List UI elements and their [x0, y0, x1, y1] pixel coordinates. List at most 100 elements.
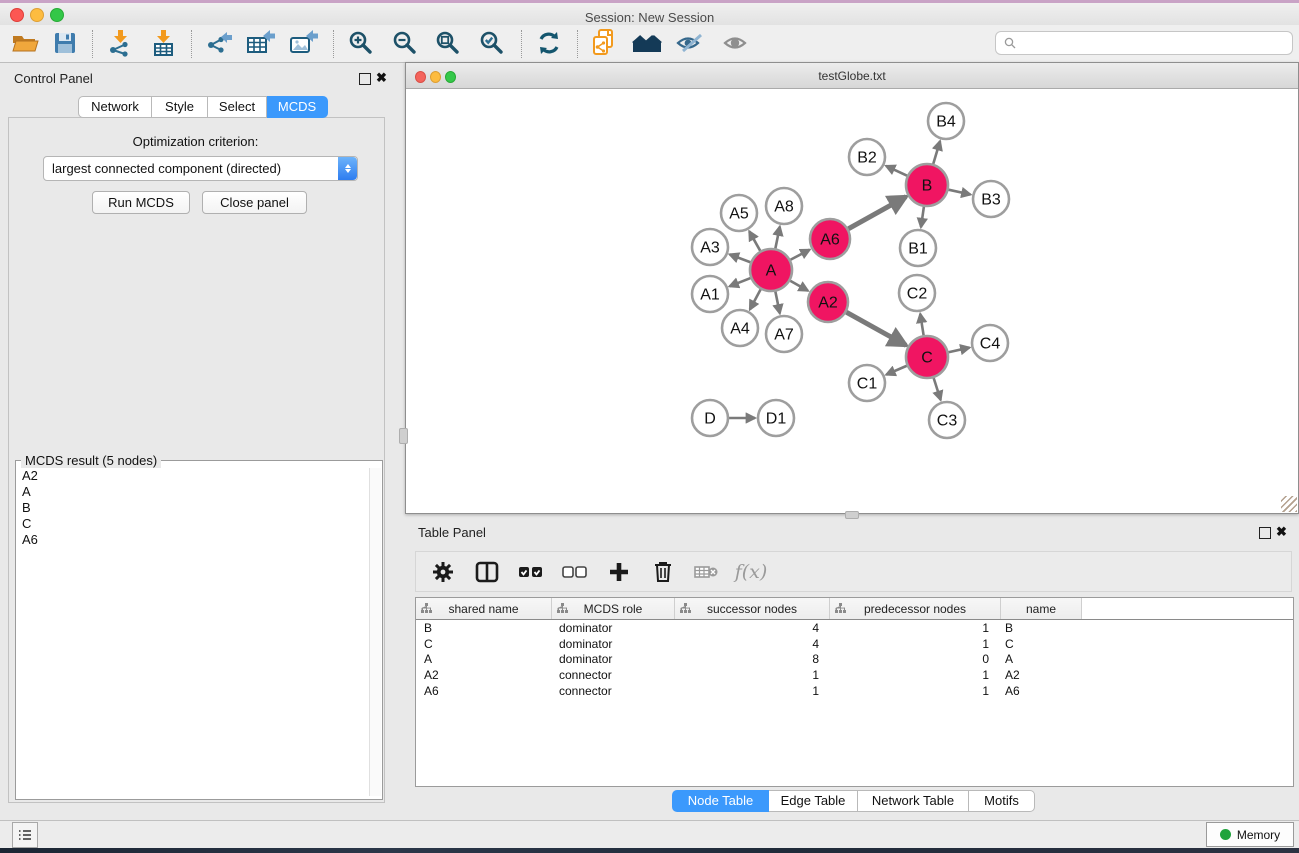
table-cell[interactable]: 1 — [827, 637, 997, 651]
close-panel-button[interactable]: Close panel — [202, 191, 307, 214]
table-row[interactable]: Bdominator41B — [416, 620, 1293, 636]
table-cell[interactable]: dominator — [551, 637, 673, 651]
result-item[interactable]: A — [16, 484, 368, 500]
table-cell[interactable]: A6 — [997, 684, 1077, 698]
table-cell[interactable]: 4 — [673, 637, 827, 651]
graph-edge-A-A7[interactable] — [775, 292, 779, 314]
tab-network[interactable]: Network — [78, 96, 152, 118]
tab-style[interactable]: Style — [152, 96, 208, 118]
table-cell[interactable]: 0 — [827, 652, 997, 666]
optimization-criterion-select[interactable]: largest connected component (directed) — [43, 156, 358, 181]
tab-network-table[interactable]: Network Table — [858, 790, 969, 812]
graph-edge-B-B1[interactable] — [921, 207, 924, 227]
result-item[interactable]: C — [16, 516, 368, 532]
table-cell[interactable]: dominator — [551, 652, 673, 666]
show-hide-details-icon[interactable] — [719, 28, 753, 58]
graph-edge-A-A4[interactable] — [750, 289, 761, 309]
tab-mcds[interactable]: MCDS — [267, 96, 328, 118]
task-history-button[interactable] — [12, 822, 38, 848]
show-columns-icon[interactable] — [472, 561, 502, 583]
network-hscroll-thumb[interactable] — [845, 511, 859, 519]
table-cell[interactable]: A2 — [997, 668, 1077, 682]
graph-edge-A-A8[interactable] — [775, 227, 779, 249]
graph-edge-A-A2[interactable] — [790, 281, 808, 291]
table-cell[interactable]: C — [416, 637, 551, 651]
graph-edge-B-B4[interactable] — [933, 141, 940, 164]
network-vscroll-thumb[interactable] — [399, 428, 408, 444]
table-cell[interactable]: A — [997, 652, 1077, 666]
import-network-icon[interactable] — [103, 28, 137, 58]
table-cell[interactable]: dominator — [551, 621, 673, 635]
network-graph-canvas[interactable]: B4B2BB3A8A5A6A3B1AA1C2A2A4A7C4CC1DD1C3 — [406, 89, 1296, 511]
run-mcds-button[interactable]: Run MCDS — [92, 191, 190, 214]
column-header-name[interactable]: name — [1001, 598, 1082, 619]
graph-edge-B-B3[interactable] — [948, 190, 970, 195]
show-hide-annotations-icon[interactable] — [673, 28, 707, 58]
graph-edge-A-A1[interactable] — [730, 278, 751, 286]
zoom-out-icon[interactable] — [388, 28, 422, 58]
graph-edge-A-A6[interactable] — [790, 250, 809, 260]
table-cell[interactable]: 1 — [827, 684, 997, 698]
graph-edge-B-B2[interactable] — [886, 166, 907, 176]
table-cell[interactable]: 1 — [827, 621, 997, 635]
result-item[interactable]: A6 — [16, 532, 368, 548]
table-cell[interactable]: 8 — [673, 652, 827, 666]
open-folder-icon[interactable] — [8, 28, 42, 58]
result-item[interactable]: A2 — [16, 468, 368, 484]
table-cell[interactable]: B — [997, 621, 1077, 635]
graph-edge-A2-C[interactable] — [846, 312, 906, 345]
zoom-selected-icon[interactable] — [475, 28, 509, 58]
column-header-shared-name[interactable]: shared name — [416, 598, 552, 619]
graph-edge-A-A5[interactable] — [749, 231, 760, 251]
table-cell[interactable]: connector — [551, 668, 673, 682]
table-cell[interactable]: 1 — [673, 668, 827, 682]
deselect-all-icon[interactable] — [560, 565, 590, 579]
add-column-icon[interactable] — [604, 561, 634, 583]
table-cell[interactable]: A6 — [416, 684, 551, 698]
search-input[interactable] — [1016, 36, 1292, 50]
float-panel-icon[interactable] — [359, 73, 371, 85]
delete-column-icon[interactable] — [648, 560, 678, 583]
zoom-in-icon[interactable] — [344, 28, 378, 58]
table-cell[interactable]: B — [416, 621, 551, 635]
result-item[interactable]: B — [16, 500, 368, 516]
column-header-predecessor-nodes[interactable]: predecessor nodes — [830, 598, 1001, 619]
zoom-fit-icon[interactable] — [431, 28, 465, 58]
float-panel-icon[interactable] — [1259, 527, 1271, 539]
table-cell[interactable]: connector — [551, 684, 673, 698]
tab-motifs[interactable]: Motifs — [969, 790, 1035, 812]
tab-select[interactable]: Select — [208, 96, 267, 118]
import-table-icon[interactable] — [146, 28, 180, 58]
graph-edge-C-C2[interactable] — [920, 314, 923, 336]
window-resize-grip[interactable] — [1281, 496, 1297, 512]
export-image-icon[interactable] — [287, 28, 321, 58]
table-cell[interactable]: A2 — [416, 668, 551, 682]
graph-edge-A6-B[interactable] — [848, 197, 906, 229]
table-settings-gear-icon[interactable] — [428, 560, 458, 584]
table-row[interactable]: A6connector11A6 — [416, 683, 1293, 699]
tab-edge-table[interactable]: Edge Table — [769, 790, 858, 812]
first-neighbors-icon[interactable] — [588, 28, 622, 58]
close-panel-icon[interactable]: ✖ — [376, 72, 387, 83]
table-row[interactable]: Cdominator41C — [416, 636, 1293, 652]
column-header-successor-nodes[interactable]: successor nodes — [675, 598, 830, 619]
select-all-icon[interactable] — [516, 565, 546, 579]
export-network-icon[interactable] — [202, 28, 236, 58]
table-row[interactable]: Adominator80A — [416, 651, 1293, 667]
refresh-icon[interactable] — [532, 28, 566, 58]
close-panel-icon[interactable]: ✖ — [1276, 526, 1287, 537]
table-cell[interactable]: C — [997, 637, 1077, 651]
table-cell[interactable]: 1 — [673, 684, 827, 698]
graph-edge-C-C3[interactable] — [934, 378, 941, 400]
result-scrollbar[interactable] — [369, 468, 381, 796]
column-header-MCDS-role[interactable]: MCDS role — [552, 598, 675, 619]
export-table-icon[interactable] — [244, 28, 278, 58]
memory-button[interactable]: Memory — [1206, 822, 1294, 847]
table-cell[interactable]: 1 — [827, 668, 997, 682]
graph-edge-A-A3[interactable] — [730, 254, 751, 262]
save-icon[interactable] — [48, 28, 82, 58]
table-cell[interactable]: A — [416, 652, 551, 666]
table-row[interactable]: A2connector11A2 — [416, 667, 1293, 683]
graph-edge-C-C4[interactable] — [948, 348, 969, 353]
graph-edge-C-C1[interactable] — [886, 366, 907, 375]
